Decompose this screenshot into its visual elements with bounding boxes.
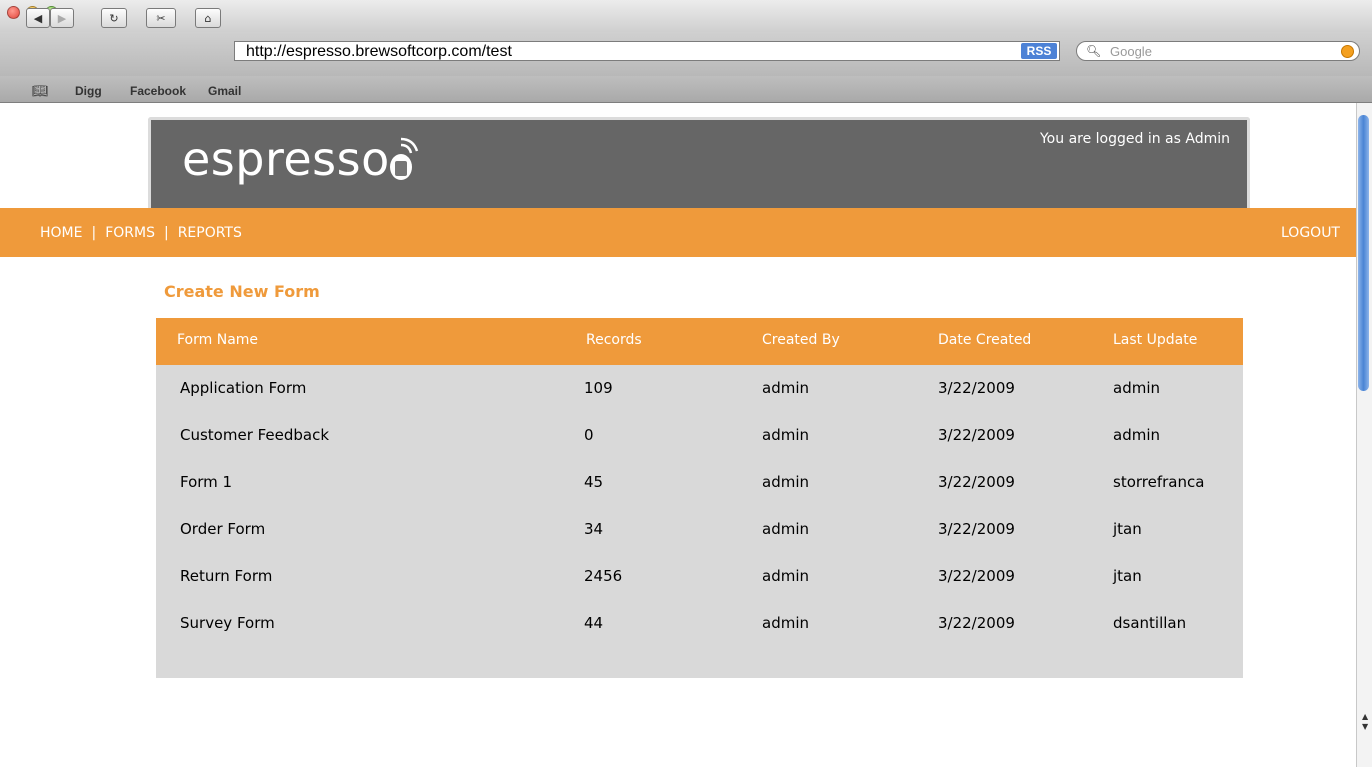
records-cell: 45 — [584, 473, 604, 491]
column-header-form-name[interactable]: Form Name — [177, 332, 258, 348]
records-cell: 109 — [584, 379, 613, 397]
nav-separator: | — [163, 225, 169, 241]
records-cell: 2456 — [584, 567, 623, 585]
table-row[interactable]: Return Form 2456 admin 3/22/2009 jtan — [156, 554, 1243, 601]
date-created-cell: 3/22/2009 — [938, 520, 1015, 538]
back-arrow-icon: ◀ — [33, 11, 43, 25]
table-row[interactable]: Order Form 34 admin 3/22/2009 jtan — [156, 507, 1243, 554]
web-page: espresso You are logged in as Admin HOME… — [0, 103, 1356, 767]
create-new-form-link[interactable]: Create New Form — [164, 282, 320, 301]
forward-button[interactable]: ▶ — [50, 8, 74, 28]
reload-button[interactable]: ↻ — [101, 8, 127, 28]
logged-in-status: You are logged in as Admin — [1039, 131, 1230, 147]
column-header-date-created[interactable]: Date Created — [938, 332, 1031, 348]
last-update-cell: storrefranca — [1113, 473, 1205, 491]
snapback-button[interactable]: ✂ — [146, 8, 176, 28]
snapback-icon: ✂ — [156, 11, 166, 25]
search-clear-icon[interactable] — [1341, 45, 1354, 58]
table-row[interactable]: Survey Form 44 admin 3/22/2009 dsantilla… — [156, 601, 1243, 648]
address-text[interactable]: http://espresso.brewsoftcorp.com/test — [246, 43, 512, 61]
date-created-cell: 3/22/2009 — [938, 614, 1015, 632]
column-header-last-update[interactable]: Last Update — [1113, 332, 1197, 348]
records-cell: 34 — [584, 520, 604, 538]
table-row[interactable]: Application Form 109 admin 3/22/2009 adm… — [156, 366, 1243, 413]
nav-separator: | — [91, 225, 97, 241]
forms-table: Form Name Records Created By Date Create… — [156, 318, 1243, 678]
scroll-arrows-icon[interactable]: ▲ ▼ — [1362, 712, 1368, 732]
home-icon: ⌂ — [204, 11, 212, 25]
last-update-cell: jtan — [1113, 520, 1142, 538]
form-name-cell[interactable]: Order Form — [180, 520, 265, 538]
nav-home[interactable]: HOME — [40, 225, 82, 241]
form-name-cell[interactable]: Return Form — [180, 567, 272, 585]
espresso-cup-icon — [390, 137, 419, 180]
date-created-cell: 3/22/2009 — [938, 473, 1015, 491]
date-created-cell: 3/22/2009 — [938, 379, 1015, 397]
column-header-created-by[interactable]: Created By — [762, 332, 840, 348]
form-name-cell[interactable]: Survey Form — [180, 614, 275, 632]
bookmark-digg[interactable]: Digg — [75, 84, 102, 98]
created-by-cell: admin — [762, 520, 809, 538]
rss-button[interactable]: RSS — [1021, 43, 1057, 59]
records-cell: 0 — [584, 426, 594, 444]
nav-reports[interactable]: REPORTS — [178, 225, 242, 241]
nav-forms[interactable]: FORMS — [105, 225, 155, 241]
created-by-cell: admin — [762, 567, 809, 585]
created-by-cell: admin — [762, 426, 809, 444]
created-by-cell: admin — [762, 379, 809, 397]
bookmarks-book-icon[interactable]: 📖︎ — [32, 84, 49, 99]
search-placeholder[interactable]: Google — [1110, 44, 1152, 59]
date-created-cell: 3/22/2009 — [938, 426, 1015, 444]
date-created-cell: 3/22/2009 — [938, 567, 1015, 585]
table-row[interactable]: Form 1 45 admin 3/22/2009 storrefranca — [156, 460, 1243, 507]
search-icon[interactable]: 🔍︎ — [1086, 44, 1101, 58]
scrollbar-thumb[interactable] — [1358, 115, 1369, 391]
created-by-cell: admin — [762, 614, 809, 632]
back-button[interactable]: ◀ — [26, 8, 50, 28]
bookmark-facebook[interactable]: Facebook — [130, 84, 186, 98]
reload-icon: ↻ — [109, 11, 119, 25]
form-name-cell[interactable]: Application Form — [180, 379, 306, 397]
bookmark-gmail[interactable]: Gmail — [208, 84, 241, 98]
close-window-button[interactable] — [7, 6, 20, 19]
form-name-cell[interactable]: Form 1 — [180, 473, 232, 491]
forward-arrow-icon: ▶ — [57, 11, 67, 25]
created-by-cell: admin — [762, 473, 809, 491]
bookmarks-bar — [0, 76, 1372, 103]
table-row[interactable]: Customer Feedback 0 admin 3/22/2009 admi… — [156, 413, 1243, 460]
records-cell: 44 — [584, 614, 604, 632]
last-update-cell: dsantillan — [1113, 614, 1187, 632]
logout-link[interactable]: LOGOUT — [1281, 225, 1340, 241]
column-header-records[interactable]: Records — [586, 332, 642, 348]
last-update-cell: admin — [1113, 379, 1160, 397]
form-name-cell[interactable]: Customer Feedback — [180, 426, 329, 444]
last-update-cell: jtan — [1113, 567, 1142, 585]
last-update-cell: admin — [1113, 426, 1160, 444]
home-button[interactable]: ⌂ — [195, 8, 221, 28]
table-header: Form Name Records Created By Date Create… — [156, 318, 1243, 365]
site-logo[interactable]: espresso — [182, 132, 390, 186]
nav-links: HOME | FORMS | REPORTS — [40, 225, 242, 241]
